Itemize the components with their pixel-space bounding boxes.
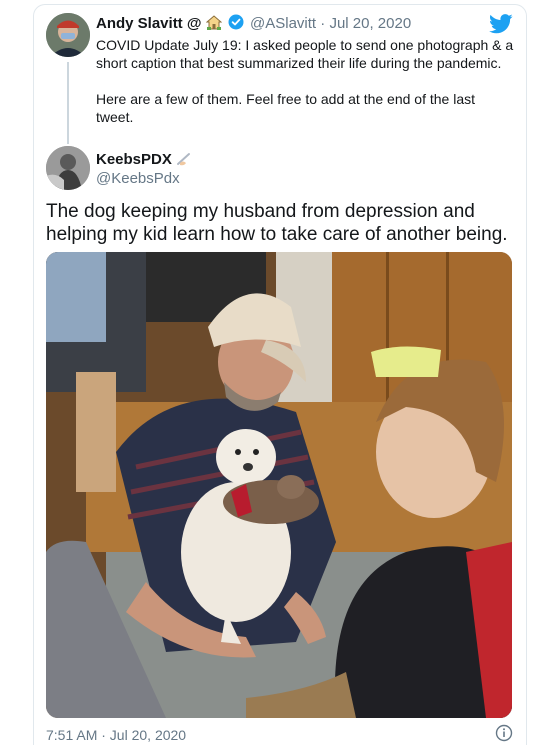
separator-dot: · bbox=[320, 15, 326, 32]
tweet-photo[interactable] bbox=[46, 252, 512, 718]
quoted-tweet-paragraph-1: COVID Update July 19: I asked people to … bbox=[96, 37, 514, 71]
tweet-timestamp[interactable]: 7:51 AM · Jul 20, 2020 bbox=[46, 726, 186, 744]
avatar-keebspdx[interactable] bbox=[46, 146, 90, 190]
avatar-andy-slavitt[interactable] bbox=[46, 13, 90, 57]
verified-badge-icon bbox=[228, 14, 244, 35]
handle[interactable]: @ASlavitt bbox=[250, 15, 316, 32]
reply-handle[interactable]: @KeebsPdx bbox=[96, 169, 180, 188]
quoted-tweet-header: Andy Slavitt @ @ASlavitt · Jul 20, 2020 bbox=[96, 14, 411, 35]
house-emoji-icon bbox=[205, 15, 223, 35]
quoted-tweet-paragraph-2: Here are a few of them. Feel free to add… bbox=[96, 91, 475, 125]
tweet-date[interactable]: Jul 20, 2020 bbox=[329, 15, 411, 32]
reply-tweet-text: The dog keeping my husband from depressi… bbox=[46, 201, 508, 245]
thread-connector-line bbox=[67, 62, 69, 144]
info-icon[interactable] bbox=[495, 724, 513, 747]
display-name[interactable]: Andy Slavitt @ bbox=[96, 15, 201, 32]
reply-display-name[interactable]: KeebsPDX bbox=[96, 150, 192, 171]
display-name[interactable]: KeebsPDX bbox=[96, 151, 172, 168]
quoted-tweet-text: COVID Update July 19: I asked people to … bbox=[96, 36, 516, 144]
